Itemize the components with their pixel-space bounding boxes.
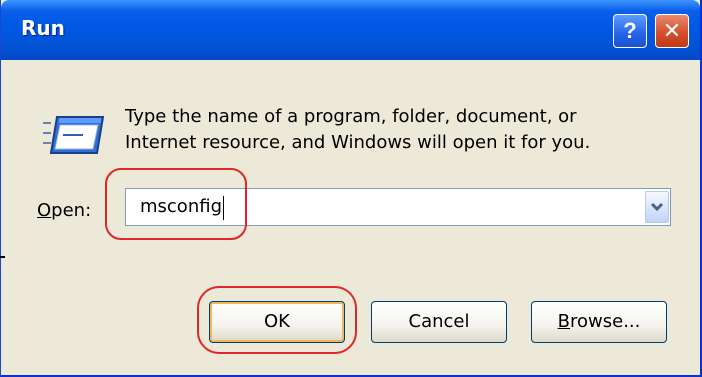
close-icon: ✕ bbox=[662, 18, 682, 44]
highlight-ok-button bbox=[197, 286, 357, 354]
run-window-icon bbox=[43, 116, 105, 154]
title-bar[interactable]: Run ? ✕ bbox=[1, 0, 700, 60]
browse-button[interactable]: Browse... bbox=[531, 301, 667, 343]
highlight-open-field bbox=[105, 168, 247, 240]
help-icon: ? bbox=[623, 18, 637, 43]
open-label: Open: bbox=[37, 200, 91, 221]
side-tick-line bbox=[0, 256, 5, 258]
run-dialog: Run ? ✕ Type the name of a program, fold… bbox=[0, 0, 702, 377]
cancel-button[interactable]: Cancel bbox=[371, 301, 507, 343]
description-line-2: Internet resource, and Windows will open… bbox=[125, 132, 591, 153]
description-line-1: Type the name of a program, folder, docu… bbox=[125, 106, 577, 127]
description-text: Type the name of a program, folder, docu… bbox=[125, 104, 685, 156]
dropdown-button[interactable] bbox=[645, 191, 669, 223]
help-button[interactable]: ? bbox=[613, 14, 647, 48]
open-label-accelerator: O bbox=[37, 200, 52, 221]
open-label-text: pen: bbox=[51, 200, 92, 221]
chevron-down-icon bbox=[650, 202, 664, 212]
close-button[interactable]: ✕ bbox=[655, 14, 689, 48]
browse-label: rowse... bbox=[570, 311, 641, 332]
window-title: Run bbox=[21, 16, 65, 40]
browse-accelerator: B bbox=[557, 311, 570, 332]
